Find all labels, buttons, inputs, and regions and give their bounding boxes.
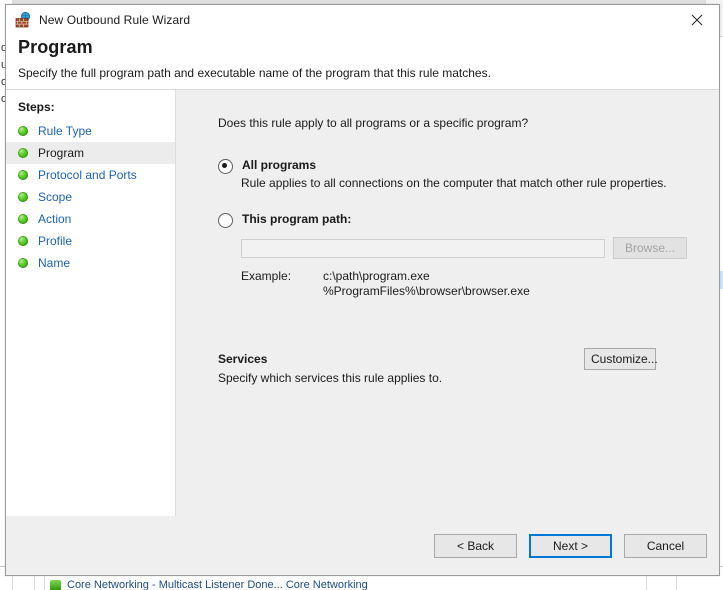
option-all-programs: All programs Rule applies to all connect…	[218, 158, 719, 190]
sidebar-item-label: Name	[38, 256, 70, 270]
program-path-row: Browse...	[241, 237, 719, 259]
step-bullet-icon	[18, 148, 28, 158]
step-bullet-icon	[18, 192, 28, 202]
page-title: Program	[18, 37, 719, 58]
sidebar-item-scope[interactable]: Scope	[6, 186, 175, 208]
step-bullet-icon	[18, 170, 28, 180]
sidebar-item-rule-type[interactable]: Rule Type	[6, 120, 175, 142]
sidebar-item-label: Scope	[38, 190, 72, 204]
firewall-globe-icon	[15, 12, 31, 28]
sidebar-item-protocol-and-ports[interactable]: Protocol and Ports	[6, 164, 175, 186]
dialog-title: New Outbound Rule Wizard	[39, 13, 190, 27]
step-bullet-icon	[18, 258, 28, 268]
sidebar-item-action[interactable]: Action	[6, 208, 175, 230]
next-button[interactable]: Next >	[529, 534, 612, 558]
example-path-2: %ProgramFiles%\browser\browser.exe	[323, 284, 530, 299]
sidebar-item-program[interactable]: Program	[6, 142, 175, 164]
sidebar-item-label: Program	[38, 146, 84, 160]
example-label: Example:	[241, 269, 323, 299]
sidebar-item-label: Protocol and Ports	[38, 168, 137, 182]
new-outbound-rule-wizard-dialog: New Outbound Rule Wizard Program Specify…	[5, 4, 720, 576]
sidebar-item-name[interactable]: Name	[6, 252, 175, 274]
radio-all-programs-label: All programs	[242, 158, 316, 172]
sidebar-item-label: Profile	[38, 234, 72, 248]
browse-button[interactable]: Browse...	[613, 237, 687, 259]
customize-button[interactable]: Customize...	[584, 348, 656, 370]
step-bullet-icon	[18, 236, 28, 246]
sidebar-item-profile[interactable]: Profile	[6, 230, 175, 252]
page-subtitle: Specify the full program path and execut…	[18, 66, 719, 80]
radio-button-icon[interactable]	[218, 213, 233, 228]
option-this-program-path: This program path: Browse... Example: c:…	[218, 212, 719, 299]
dialog-body: Steps: Rule Type Program Protocol and Po…	[6, 90, 719, 516]
program-path-input[interactable]	[241, 239, 605, 258]
radio-this-program-path-label: This program path:	[242, 212, 351, 226]
step-bullet-icon	[18, 126, 28, 136]
steps-heading: Steps:	[6, 100, 175, 120]
example-path-1: c:\path\program.exe	[323, 269, 530, 284]
back-button[interactable]: < Back	[434, 534, 517, 558]
dialog-header: Program Specify the full program path an…	[6, 35, 719, 90]
allow-rule-icon	[50, 580, 61, 590]
steps-sidebar: Steps: Rule Type Program Protocol and Po…	[6, 90, 176, 516]
step-bullet-icon	[18, 214, 28, 224]
dialog-titlebar: New Outbound Rule Wizard	[6, 5, 719, 35]
services-section: Services Specify which services this rul…	[218, 352, 648, 385]
sidebar-item-label: Action	[38, 212, 71, 226]
services-description: Specify which services this rule applies…	[218, 371, 648, 385]
background-row-label: Core Networking - Multicast Listener Don…	[67, 579, 368, 590]
example-block: Example: c:\path\program.exe %ProgramFil…	[241, 269, 719, 299]
cancel-button[interactable]: Cancel	[624, 534, 707, 558]
main-content: Does this rule apply to all programs or …	[176, 90, 719, 516]
radio-all-programs[interactable]: All programs	[218, 158, 719, 174]
radio-this-program-path[interactable]: This program path:	[218, 212, 719, 228]
dialog-footer: < Back Next > Cancel	[6, 516, 719, 575]
sidebar-item-label: Rule Type	[38, 124, 92, 138]
radio-all-programs-description: Rule applies to all connections on the c…	[241, 176, 719, 190]
radio-button-icon[interactable]	[218, 159, 233, 174]
close-icon[interactable]	[675, 5, 719, 35]
background-row-content: Core Networking - Multicast Listener Don…	[0, 575, 723, 590]
question-text: Does this rule apply to all programs or …	[218, 116, 719, 130]
